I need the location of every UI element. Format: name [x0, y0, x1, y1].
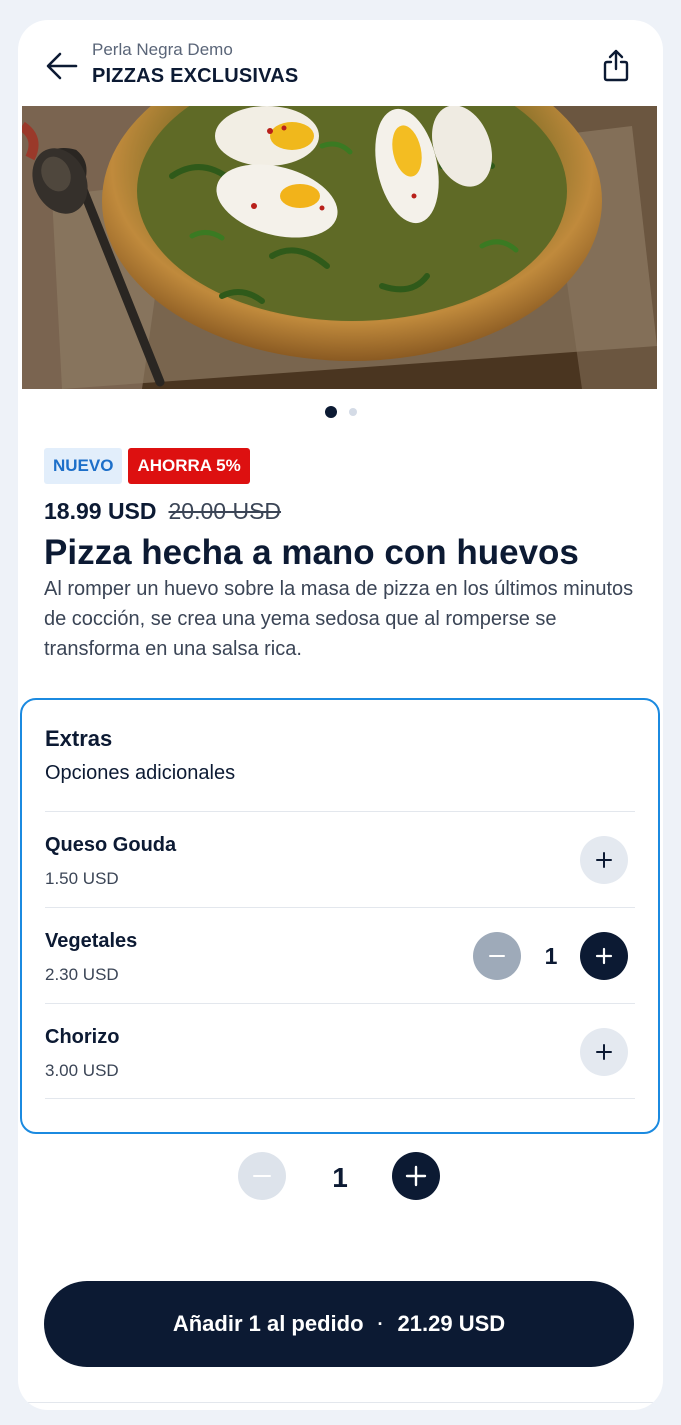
extra-name: Chorizo [45, 1026, 120, 1048]
product-card: Perla Negra Demo PIZZAS EXCLUSIVAS NUEVO… [18, 20, 663, 1410]
increase-quantity-button[interactable] [392, 1152, 440, 1200]
pizza-illustration [22, 106, 657, 389]
arrow-left-icon [46, 52, 78, 80]
add-extra-button[interactable] [580, 836, 628, 884]
app-frame: Perla Negra Demo PIZZAS EXCLUSIVAS NUEVO… [0, 0, 681, 1425]
new-badge: NUEVO [44, 448, 123, 484]
header-titles: Perla Negra Demo PIZZAS EXCLUSIVAS [92, 39, 298, 91]
extras-subtitle: Opciones adicionales [45, 762, 236, 784]
extra-quantity: 1 [544, 943, 558, 969]
order-total: 21.29 USD [397, 1311, 506, 1336]
extra-name: Vegetales [45, 930, 138, 952]
back-button[interactable] [44, 50, 80, 82]
extra-price: 2.30 USD [45, 965, 119, 984]
add-extra-button[interactable] [580, 1028, 628, 1076]
product-description: Al romper un huevo sobre la masa de pizz… [44, 578, 634, 660]
extra-item-queso-gouda: Queso Gouda 1.50 USD [45, 811, 635, 907]
carousel-dot-2[interactable] [348, 408, 357, 416]
plus-icon [596, 852, 612, 868]
extra-price: 3.00 USD [45, 1061, 119, 1080]
current-price: 18.99 USD [44, 498, 157, 524]
minus-icon [253, 1175, 271, 1177]
extra-price: 1.50 USD [45, 869, 119, 888]
category-title: PIZZAS EXCLUSIVAS [92, 65, 299, 87]
extra-name: Queso Gouda [45, 834, 177, 856]
bottom-divider [18, 1402, 663, 1403]
extra-item-vegetales: Vegetales 2.30 USD 1 [45, 907, 635, 1003]
product-quantity: 1 [332, 1162, 348, 1193]
plus-icon [595, 947, 613, 965]
add-to-order-label: Añadir 1 al pedido [172, 1311, 364, 1336]
minus-icon [489, 955, 505, 957]
extras-section: Extras Opciones adicionales Queso Gouda … [20, 698, 660, 1134]
decrease-extra-button[interactable] [473, 932, 521, 980]
product-title: Pizza hecha a mano con huevos [44, 533, 579, 572]
carousel-indicator [18, 405, 663, 419]
separator-dot: · [377, 1313, 384, 1334]
price-row: 18.99 USD 20.00 USD [44, 498, 281, 525]
original-price: 20.00 USD [168, 498, 282, 524]
carousel-dot-1[interactable] [324, 406, 337, 418]
add-to-order-button[interactable]: Añadir 1 al pedido · 21.29 USD [44, 1281, 634, 1367]
extras-title: Extras [45, 726, 113, 751]
plus-icon [596, 1044, 612, 1060]
discount-badge: AHORRA 5% [128, 448, 250, 484]
store-name: Perla Negra Demo [92, 40, 233, 59]
product-quantity-stepper: 1 [18, 1152, 663, 1200]
badges: NUEVO AHORRA 5% [44, 448, 250, 484]
increase-extra-button[interactable] [580, 932, 628, 980]
product-image[interactable] [22, 106, 657, 389]
extra-item-chorizo: Chorizo 3.00 USD [45, 1003, 635, 1099]
header: Perla Negra Demo PIZZAS EXCLUSIVAS [18, 20, 663, 106]
share-button[interactable] [602, 48, 630, 82]
decrease-quantity-button[interactable] [238, 1152, 286, 1200]
plus-icon [405, 1165, 427, 1187]
share-icon [603, 49, 629, 82]
